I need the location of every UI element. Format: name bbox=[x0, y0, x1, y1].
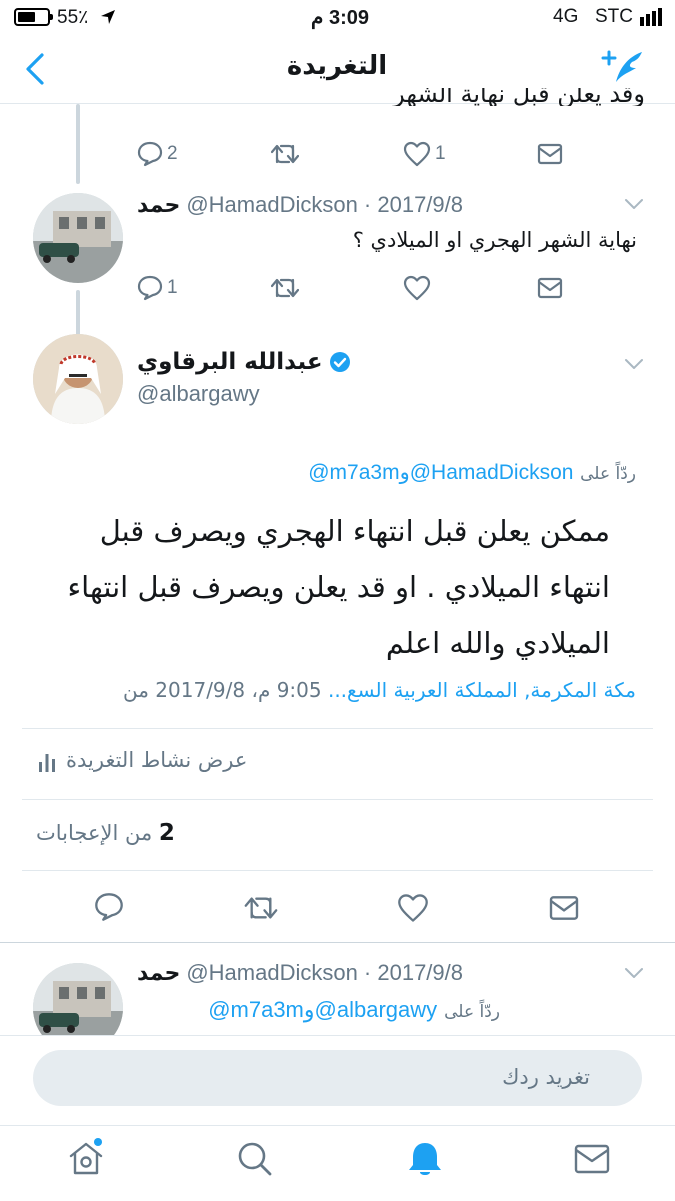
reply-mention-link[interactable]: @m7a3m bbox=[208, 997, 304, 1022]
tab-search[interactable] bbox=[236, 1140, 274, 1178]
search-icon bbox=[238, 1142, 272, 1176]
carrier-name: STC bbox=[595, 6, 633, 27]
author-name[interactable]: عبدالله البرقاوي bbox=[137, 349, 323, 375]
retweet-icon bbox=[244, 897, 278, 919]
retweet-icon bbox=[271, 144, 299, 164]
retweet-icon bbox=[271, 278, 299, 298]
chevron-down-icon bbox=[625, 968, 643, 978]
dm-button[interactable] bbox=[548, 895, 580, 921]
tweet-meta: مكة المكرمة, المملكة العربية السع... 9:0… bbox=[36, 678, 636, 702]
prev-like-count: 1 bbox=[435, 143, 446, 164]
reply-mention-link[interactable]: @albargawy bbox=[315, 997, 438, 1022]
tab-messages[interactable] bbox=[574, 1144, 610, 1174]
avatar[interactable] bbox=[33, 193, 123, 283]
likes-count: 2 bbox=[158, 820, 175, 846]
battery-percent: 55٪ bbox=[57, 7, 89, 28]
heart-icon bbox=[398, 894, 428, 922]
tweet-text-line: ممكن يعلن قبل انتهاء الهجري ويصرف قبل bbox=[99, 514, 610, 548]
home-icon bbox=[69, 1138, 103, 1175]
thread-line bbox=[76, 104, 80, 184]
reply-input[interactable]: تغريد ردك bbox=[33, 1050, 642, 1106]
author-handle[interactable]: @albargawy bbox=[137, 381, 260, 407]
tweet-timestamp: 9:05 م، 2017/9/8 من bbox=[123, 678, 322, 702]
tweet-menu-button[interactable] bbox=[624, 358, 644, 370]
network-type: 4G bbox=[553, 6, 579, 27]
retweet-button[interactable] bbox=[271, 276, 299, 300]
reply-context: ردّاً على @HamadDicksonو@m7a3m bbox=[36, 460, 636, 485]
like-button[interactable] bbox=[403, 275, 431, 301]
location-arrow-icon bbox=[100, 9, 116, 25]
envelope-icon bbox=[574, 1144, 610, 1174]
battery-icon bbox=[14, 8, 53, 26]
avatar[interactable] bbox=[33, 334, 123, 424]
activity-chart-icon bbox=[38, 751, 56, 773]
reply-conjunction: و bbox=[303, 998, 315, 1023]
tab-home[interactable] bbox=[66, 1138, 106, 1178]
reply-conjunction: و bbox=[399, 460, 410, 484]
reply-icon bbox=[95, 893, 123, 921]
prev-reply-button[interactable]: 2 bbox=[137, 141, 178, 167]
tweet-location-link[interactable]: مكة المكرمة, المملكة العربية السع... bbox=[328, 678, 636, 702]
prev-reply-count: 2 bbox=[167, 143, 178, 164]
activity-label: عرض نشاط التغريدة bbox=[66, 748, 248, 772]
reply-context: ردّاً على @albargawyو@m7a3m bbox=[137, 997, 500, 1023]
envelope-icon bbox=[537, 277, 563, 299]
tweet-header: حمد @HamadDickson · 2017/9/8 bbox=[137, 192, 463, 218]
heart-icon bbox=[403, 141, 431, 167]
verified-badge-icon bbox=[329, 351, 351, 373]
envelope-icon bbox=[537, 143, 563, 165]
reply-count: 1 bbox=[167, 277, 178, 298]
author-name[interactable]: حمد bbox=[137, 193, 180, 218]
heart-icon bbox=[403, 275, 431, 301]
bell-icon bbox=[409, 1143, 441, 1175]
status-time: 3:09 م bbox=[311, 7, 369, 29]
tweet-header: حمد @HamadDickson · 2017/9/8 bbox=[137, 960, 463, 986]
compose-tweet-button[interactable] bbox=[600, 48, 646, 88]
likes-summary[interactable]: 2 من الإعجابات bbox=[36, 820, 175, 846]
reply-button[interactable] bbox=[94, 892, 124, 922]
author-handle-date[interactable]: @HamadDickson · 2017/9/8 bbox=[186, 192, 463, 218]
page-title: التغريدة bbox=[286, 51, 388, 81]
author-handle-date[interactable]: @HamadDickson · 2017/9/8 bbox=[186, 960, 463, 986]
tab-notifications[interactable] bbox=[405, 1139, 445, 1179]
avatar-photo bbox=[33, 193, 123, 283]
retweet-button[interactable] bbox=[244, 894, 278, 922]
likes-label: من الإعجابات bbox=[36, 821, 153, 845]
avatar-photo bbox=[33, 334, 123, 424]
reply-prefix: ردّاً على bbox=[444, 1002, 500, 1022]
prev-like-button[interactable]: 1 bbox=[403, 141, 446, 167]
reply-mention-link[interactable]: @m7a3m bbox=[308, 461, 399, 484]
reply-icon bbox=[137, 275, 163, 301]
tweet-text-line: انتهاء الميلادي . او قد يعلن ويصرف قبل ا… bbox=[67, 570, 610, 604]
tweet-text: نهاية الشهر الهجري او الميلادي ؟ bbox=[352, 228, 637, 252]
chevron-down-icon bbox=[625, 199, 643, 209]
like-button[interactable] bbox=[397, 893, 429, 923]
chevron-down-icon bbox=[625, 359, 643, 369]
tweet-menu-button[interactable] bbox=[624, 967, 644, 979]
tweet-text-line: الميلادي والله اعلم bbox=[385, 626, 610, 660]
author-name-row: عبدالله البرقاوي bbox=[137, 349, 351, 375]
chevron-left-icon bbox=[26, 53, 44, 85]
envelope-icon bbox=[549, 896, 579, 920]
signal-icon bbox=[640, 8, 666, 26]
reply-button[interactable]: 1 bbox=[137, 275, 178, 301]
reply-mention-link[interactable]: @HamadDickson bbox=[410, 461, 574, 484]
reply-prefix: ردّاً على bbox=[580, 464, 636, 484]
prev-dm-button[interactable] bbox=[537, 143, 563, 165]
author-name[interactable]: حمد bbox=[137, 961, 180, 986]
tweet-menu-button[interactable] bbox=[624, 198, 644, 210]
reply-input-placeholder: تغريد ردك bbox=[502, 1065, 590, 1089]
tweet-activity-row[interactable]: عرض نشاط التغريدة bbox=[22, 729, 653, 799]
thread-line bbox=[76, 290, 80, 336]
back-button[interactable] bbox=[24, 52, 46, 86]
compose-quill-icon bbox=[601, 50, 642, 82]
prev-tweet-text: وقد يعلن قبل نهاية الشهر bbox=[393, 88, 645, 106]
dm-button[interactable] bbox=[537, 277, 563, 299]
prev-retweet-button[interactable] bbox=[271, 142, 299, 166]
status-bar: 55٪ 3:09 م 4G STC bbox=[0, 0, 675, 34]
main-tweet-text: ممكن يعلن قبل انتهاء الهجري ويصرف قبل ان… bbox=[34, 503, 610, 671]
reply-icon bbox=[137, 141, 163, 167]
